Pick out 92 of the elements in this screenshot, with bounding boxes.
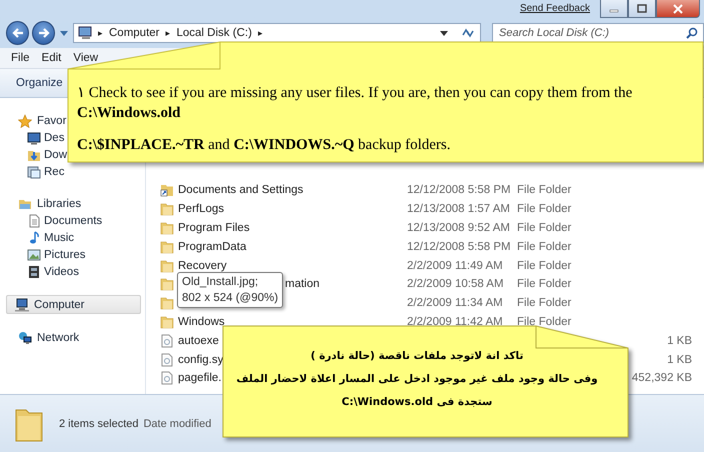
- file-icon: [160, 352, 174, 367]
- sidebar-item[interactable]: Network: [18, 329, 80, 346]
- file-name[interactable]: Program Files: [178, 222, 250, 234]
- music-note-icon: [27, 230, 41, 244]
- windows-icon: [27, 164, 41, 178]
- close-icon: [672, 4, 684, 14]
- menu-item[interactable]: File: [8, 50, 33, 66]
- chevron-icon[interactable]: ▸: [98, 28, 103, 38]
- sidebar-item[interactable]: Music: [27, 229, 74, 246]
- folder-icon: [160, 258, 174, 273]
- date-modified: 12/12/2008 5:58 PM: [407, 184, 511, 196]
- file-type: File Folder: [517, 203, 572, 216]
- picture-icon: [27, 248, 41, 262]
- date-modified: 2/2/2009 10:58 AM: [407, 278, 504, 290]
- forward-button[interactable]: [32, 21, 56, 45]
- callout-text: تاكد انة لاتوجد ملفات ناقصة (حالة نادرة ): [310, 349, 524, 364]
- organize-button[interactable]: Organize: [10, 74, 69, 92]
- date-modified: 2/2/2009 11:49 AM: [407, 260, 503, 272]
- computer-icon: [15, 298, 29, 312]
- file-type: File Folder: [517, 316, 572, 328]
- sidebar-item[interactable]: Favor: [18, 112, 66, 129]
- date-modified: 2/2/2009 11:42 AM: [407, 316, 503, 328]
- date-modified: 2/2/2009 11:34 AM: [407, 297, 503, 310]
- folder-icon: [160, 296, 174, 310]
- file-name[interactable]: pagefile.: [178, 372, 222, 384]
- monitor-icon: [27, 130, 41, 144]
- file-type: File Folder: [517, 297, 572, 310]
- file-size: 452,392 KB: [632, 372, 692, 384]
- search-icon: [686, 27, 698, 39]
- date-modified: 12/13/2008 9:52 AM: [407, 222, 510, 234]
- file-type: File Folder: [517, 278, 572, 290]
- chevron-icon[interactable]: ▸: [166, 28, 170, 38]
- file-name[interactable]: PerfLogs: [178, 203, 224, 216]
- file-name[interactable]: ProgramData: [178, 240, 246, 253]
- callout-text: وفى حالة وجود ملف غير موجود ادخل على المسار اعلاة لاحضار الملف: [236, 372, 598, 387]
- computer-icon: [78, 26, 94, 40]
- sidebar-item[interactable]: Libraries: [18, 195, 82, 212]
- callout-text: C:\$INPLACE.~TR and C:\WINDOWS.~Q backup folders.: [77, 136, 452, 155]
- detail-label: Date modified: [143, 418, 212, 430]
- file-type: File Folder: [517, 240, 572, 253]
- date-modified: 12/12/2008 5:58 PM: [407, 240, 511, 253]
- sidebar-item[interactable]: Videos: [27, 263, 79, 280]
- close-button[interactable]: [656, 0, 700, 18]
- file-type: File Folder: [517, 222, 572, 234]
- folder-icon: [160, 314, 174, 329]
- sidebar-item[interactable]: Computer: [6, 295, 141, 314]
- film-icon: [27, 264, 41, 278]
- file-name[interactable]: mation: [285, 278, 320, 290]
- breadcrumb[interactable]: Computer: [109, 27, 160, 39]
- file-size: 1 KB: [667, 334, 692, 347]
- file-type: File Folder: [517, 184, 572, 196]
- file-name[interactable]: Windows: [178, 316, 225, 328]
- shortcut-icon: [160, 183, 174, 198]
- menu-item[interactable]: Edit: [38, 50, 64, 66]
- file-icon: [160, 334, 174, 348]
- maximize-icon: [636, 4, 648, 14]
- sidebar-item[interactable]: Dow: [27, 146, 68, 163]
- folder-icon: [160, 220, 174, 235]
- file-icon: [160, 371, 174, 386]
- network-icon: [18, 330, 32, 344]
- file-type: File Folder: [517, 260, 572, 272]
- minimize-button[interactable]: [600, 0, 628, 18]
- sidebar-item[interactable]: Documents: [27, 212, 102, 229]
- sidebar-item[interactable]: Pictures: [27, 246, 86, 263]
- selection-count: 2 items selected: [59, 418, 138, 430]
- caret-icon[interactable]: [440, 30, 448, 36]
- folder-icon: [160, 240, 174, 254]
- chevron-icon[interactable]: ▸: [258, 28, 263, 38]
- arrow-right-icon: [36, 27, 51, 39]
- tooltip-text: 802 x 524 (@90%): [182, 291, 278, 306]
- document-icon: [27, 214, 41, 228]
- star-icon: [18, 114, 32, 128]
- callout-text: ستجدة فى C:\Windows.old: [342, 395, 492, 410]
- search-field[interactable]: Search Local Disk (C:): [492, 23, 704, 43]
- back-button[interactable]: [6, 21, 30, 45]
- address-bar[interactable]: ▸ Computer ▸ Local Disk (C:) ▸: [73, 23, 481, 43]
- date-modified: 12/13/2008 1:57 AM: [407, 203, 510, 216]
- send-feedback-link[interactable]: Send Feedback: [520, 3, 590, 14]
- maximize-button[interactable]: [628, 0, 656, 18]
- sidebar-item[interactable]: Rec: [27, 163, 64, 180]
- file-name[interactable]: config.sy: [178, 354, 224, 366]
- menu-item[interactable]: View: [70, 50, 102, 66]
- file-size: 1 KB: [667, 354, 692, 366]
- file-name[interactable]: autoexe: [178, 334, 219, 347]
- sidebar-item[interactable]: Des: [27, 129, 64, 146]
- folder-icon: [160, 277, 174, 292]
- breadcrumb[interactable]: Local Disk (C:): [176, 27, 252, 39]
- file-name[interactable]: Documents and Settings: [178, 184, 304, 196]
- tooltip-text: Old_Install.jpg;: [182, 275, 260, 290]
- file-name[interactable]: Recovery: [178, 260, 227, 272]
- folder-icon: [160, 202, 174, 216]
- arrow-left-icon: [10, 27, 25, 39]
